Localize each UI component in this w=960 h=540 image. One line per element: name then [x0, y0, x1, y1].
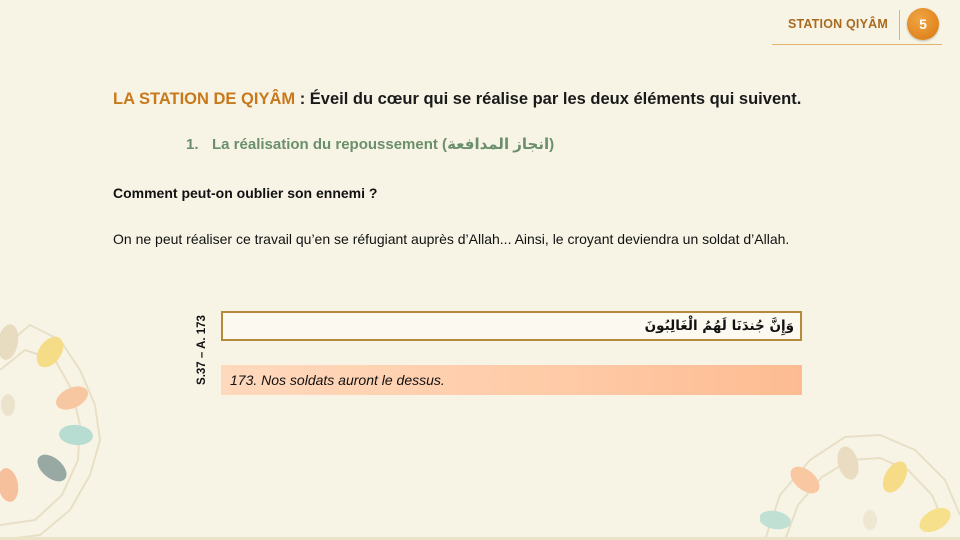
header-divider	[899, 10, 900, 40]
body-paragraph: On ne peut réaliser ce travail qu’en se …	[113, 231, 790, 247]
question-text: Comment peut-on oublier son ennemi ?	[113, 185, 378, 201]
numbered-point: 1. La réalisation du repoussement (انجاز …	[186, 135, 554, 153]
heading-rest: : Éveil du cœur qui se réalise par les d…	[295, 90, 802, 108]
verse-reference: S.37 – A. 173	[196, 315, 208, 385]
arabic-verse-box: وَإِنَّ جُندَنَا لَهُمُ الْغَالِبُونَ	[221, 311, 802, 341]
geometric-ornament-left-icon	[0, 323, 102, 540]
point-number: 1.	[186, 136, 199, 153]
verse-translation-box: 173. Nos soldats auront le dessus.	[221, 365, 802, 395]
geometric-ornament-right-icon	[760, 433, 960, 540]
point-text: La réalisation du repoussement (انجاز ال…	[212, 136, 555, 153]
header-underline	[772, 44, 942, 45]
slide: STATION QIYÂM 5 LA STATION DE QIYÂM : Év…	[0, 0, 960, 540]
page-number-badge: 5	[907, 8, 939, 40]
header-title: STATION QIYÂM	[787, 17, 888, 31]
heading-accent: LA STATION DE QIYÂM	[113, 90, 296, 108]
main-heading: LA STATION DE QIYÂM : Éveil du cœur qui …	[113, 90, 801, 109]
